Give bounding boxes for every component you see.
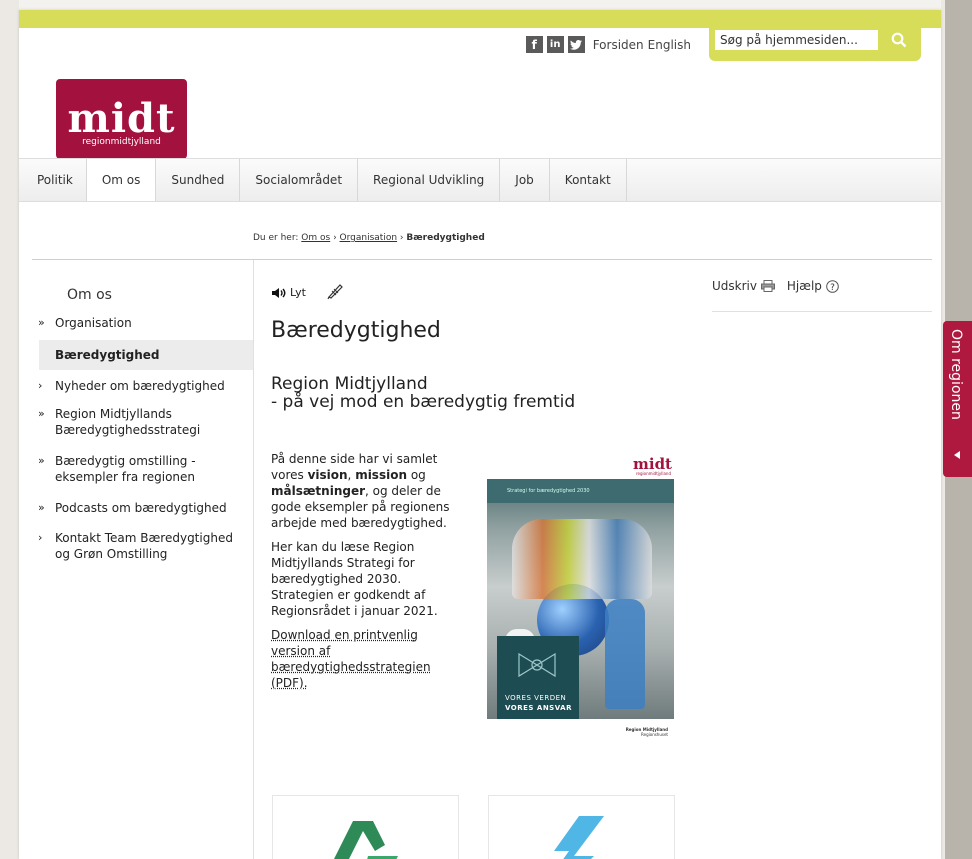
people-group-front — [605, 599, 645, 709]
help-label: Hjælp — [786, 279, 822, 293]
subtitle-line: - på vej mod en bæredygtig fremtid — [271, 392, 576, 412]
strategy-cover-image[interactable]: midt regionmidtjylland Strategi for bære… — [487, 451, 674, 756]
quill-icon — [327, 284, 343, 300]
browser-top-strip — [19, 0, 941, 10]
cover-header: midt regionmidtjylland — [487, 451, 674, 479]
breadcrumb-separator-icon: › — [330, 233, 340, 243]
question-circle-icon: ? — [826, 279, 839, 293]
cover-footer: Region Midtjylland Regionshuset — [487, 719, 674, 756]
download-strategy-link[interactable]: Download en printvenlig version af bæred… — [271, 628, 431, 690]
page: f in Forsiden English midt regionmidtjyl… — [19, 10, 941, 859]
sidebar-item-label: Podcasts om bæredygtighed — [55, 501, 227, 515]
nav-item-sundhed[interactable]: Sundhed — [156, 159, 241, 201]
help-button[interactable]: Hjælp ? — [787, 279, 839, 293]
cover-title-line: VORES ANSVAR — [505, 704, 572, 712]
double-chevron-icon: » — [38, 316, 45, 329]
right-column-divider — [712, 311, 932, 312]
print-label: Udskriv — [712, 279, 757, 293]
twitter-icon[interactable] — [567, 36, 585, 53]
strategy-paragraph: Her kan du læse Region Midtjyllands Stra… — [271, 540, 438, 618]
chevron-left-icon — [954, 451, 960, 459]
printer-icon — [760, 280, 775, 292]
recycle-icon — [334, 821, 398, 859]
double-chevron-icon: » — [38, 454, 45, 467]
nav-item-socialomraadet[interactable]: Socialområdet — [240, 159, 359, 201]
svg-text:?: ? — [830, 282, 835, 292]
page-title: Bæredygtighed — [271, 318, 441, 343]
sidebar-item-label: Region Midtjyllands Bæredygtighedsstrate… — [55, 407, 201, 437]
facebook-icon[interactable]: f — [525, 36, 543, 53]
people-group-image — [512, 519, 652, 599]
search-button[interactable] — [881, 30, 917, 50]
top-accent-bar — [19, 10, 941, 28]
om-regionen-tab[interactable]: Om regionen — [943, 321, 972, 477]
breadcrumb-separator-icon: › — [397, 233, 407, 243]
sidebar-item-label: Nyheder om bæredygtighed — [55, 379, 225, 393]
recycle-card[interactable] — [272, 795, 459, 859]
nav-item-regional-udvikling[interactable]: Regional Udvikling — [358, 159, 501, 201]
lightning-card[interactable] — [488, 795, 675, 859]
sidebar-item-baeredygtighed[interactable]: Bæredygtighed — [39, 340, 253, 370]
translate-button[interactable] — [326, 282, 344, 303]
logo-wordmark: midt — [67, 95, 176, 142]
nav-item-om-os[interactable]: Om os — [86, 159, 157, 201]
nav-item-politik[interactable]: Politik — [19, 159, 87, 201]
page-tools: Lyt — [271, 282, 344, 303]
chevron-right-icon: › — [38, 531, 43, 544]
breadcrumb-link-organisation[interactable]: Organisation — [340, 233, 398, 243]
sidebar-title: Om os — [67, 287, 112, 303]
sidebar-item-label: Organisation — [55, 316, 132, 330]
top-utility-bar: f in Forsiden English — [525, 28, 921, 61]
link-english[interactable]: English — [648, 38, 691, 52]
search-icon — [891, 32, 907, 48]
speaker-icon — [272, 287, 286, 298]
breadcrumb-link-om-os[interactable]: Om os — [301, 233, 330, 243]
cover-band: Strategi for bæredygtighed 2030 — [487, 479, 674, 503]
cover-title-line: VORES VERDEN — [505, 694, 567, 702]
listen-button[interactable]: Lyt — [271, 286, 306, 299]
strategy-logo-icon — [518, 652, 556, 678]
lightning-icon — [554, 816, 604, 859]
main-navigation: Politik Om os Sundhed Socialområdet Regi… — [19, 158, 941, 202]
search-input[interactable] — [715, 30, 878, 50]
listen-label: Lyt — [290, 286, 306, 299]
sidebar-item-label: Kontakt Team Bæredygtighed og Grøn Omsti… — [55, 531, 233, 561]
sidebar-item-label: Bæredygtighed — [55, 348, 160, 362]
search-container — [709, 28, 921, 61]
link-forsiden[interactable]: Forsiden — [593, 38, 644, 52]
sidebar-divider — [253, 260, 254, 859]
content-divider — [32, 259, 932, 260]
breadcrumb-current: Bæredygtighed — [406, 233, 485, 243]
page-subtitle: Region Midtjylland - på vej mod en bæred… — [271, 375, 575, 411]
intro-paragraph: På denne side har vi samlet vores vision… — [271, 452, 450, 530]
sidebar-item-label: Bæredygtig omstilling - eksempler fra re… — [55, 454, 196, 484]
right-column: Udskriv Hjælp ? — [712, 279, 932, 312]
intro-text: På denne side har vi samlet vores vision… — [271, 451, 451, 699]
nav-item-job[interactable]: Job — [500, 159, 550, 201]
breadcrumb-prefix: Du er her: — [253, 233, 299, 243]
om-regionen-label: Om regionen — [948, 329, 964, 420]
double-chevron-icon: » — [38, 501, 45, 514]
subtitle-line: Region Midtjylland — [271, 374, 428, 394]
linkedin-icon[interactable]: in — [546, 36, 564, 53]
breadcrumb: Du er her: Om os › Organisation › Bæredy… — [253, 233, 485, 243]
nav-item-kontakt[interactable]: Kontakt — [550, 159, 627, 201]
chevron-right-icon: › — [38, 379, 43, 392]
site-logo[interactable]: midt regionmidtjylland — [56, 79, 187, 159]
print-button[interactable]: Udskriv — [712, 279, 775, 293]
double-chevron-icon: » — [38, 407, 45, 420]
cover-logo-subtext: regionmidtjylland — [636, 471, 671, 476]
